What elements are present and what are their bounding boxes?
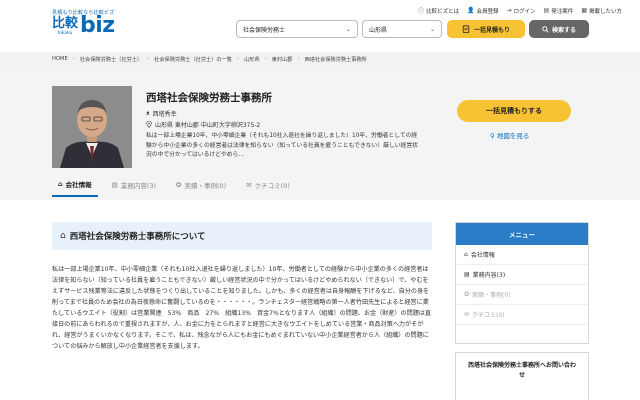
top-links: ⓘ 比較ビズとは 👤 会員登録 ⇥ ログイン ▤ 発注案件 ▦ 掲載したい方 xyxy=(418,6,622,15)
site-header: 見積もり比較なら比較ビズ 比較 hikaku biz ⓘ 比較ビズとは 👤 会員登録… xyxy=(0,0,640,50)
search-icon xyxy=(542,25,549,33)
sidebar-menu-title: メニュー xyxy=(456,223,588,245)
breadcrumb-list[interactable]: 社会保険労務士（社労士）の一覧 xyxy=(154,56,232,63)
tab-cases[interactable]: ✪ 実績・事例(0) xyxy=(170,179,232,197)
sidebar-item-reviews[interactable]: ✉ クチコミ(0) xyxy=(456,305,588,325)
person-icon: ᴥ xyxy=(146,110,150,117)
login-icon: ⇥ xyxy=(506,7,512,14)
contact-box: 西塔社会保険労務士事務所へお問い合わせ xyxy=(455,352,589,400)
home-icon: ⌂ xyxy=(58,180,63,188)
breadcrumb-prefecture[interactable]: 山形県 xyxy=(244,56,260,63)
location-pin-icon xyxy=(146,121,152,128)
search-button[interactable]: 検索する xyxy=(529,20,589,38)
tab-reviews[interactable]: ✉ クチコミ(0) xyxy=(240,179,296,197)
top-link-orders[interactable]: ▤ 発注案件 xyxy=(544,6,574,15)
location-pin-icon: ⚲ xyxy=(490,132,495,140)
top-link-register[interactable]: 👤 会員登録 xyxy=(467,6,499,15)
breadcrumb-current: 西塔社会保険労務士事務所 xyxy=(304,56,367,63)
user-icon: 👤 xyxy=(467,7,475,14)
profile-tabs: ⌂ 会社情報 ▤ 業務内容(3) ✪ 実績・事例(0) ✉ クチコミ(0) xyxy=(52,179,304,197)
bulk-quote-main-button[interactable]: 一括見積もりする xyxy=(457,100,571,122)
chevron-down-icon: ⌄ xyxy=(345,26,351,33)
top-link-login[interactable]: ⇥ ログイン xyxy=(507,6,536,15)
sidebar-menu: メニュー ⌂ 会社情報 ▤ 業務内容(3) ✪ 実績・事例(0) ✉ クチコミ(… xyxy=(455,222,589,344)
top-link-listing[interactable]: ▦ 掲載したい方 xyxy=(581,6,622,15)
medal-icon: ✪ xyxy=(464,291,470,298)
bulk-quote-button[interactable]: 一括見積もり xyxy=(447,20,525,38)
sidebar-item-services[interactable]: ▤ 業務内容(3) xyxy=(456,265,588,285)
section-title: ⌂ 西塔社会保険労務士事務所について xyxy=(52,222,432,250)
logo-roman: hikaku xyxy=(57,31,73,36)
tab-company-info[interactable]: ⌂ 会社情報 xyxy=(52,179,98,197)
logo-biz: biz xyxy=(80,13,115,38)
medal-icon: ✪ xyxy=(176,181,182,189)
sidebar-item-company-info[interactable]: ⌂ 会社情報 xyxy=(456,245,588,265)
chevron-down-icon: ⌄ xyxy=(429,26,435,33)
map-link[interactable]: ⚲ 地図を見る xyxy=(490,130,529,140)
home-icon: ⌂ xyxy=(464,251,468,258)
sidebar-item-cases[interactable]: ✪ 実績・事例(0) xyxy=(456,285,588,305)
home-icon: ⌂ xyxy=(60,231,66,241)
clipboard-icon xyxy=(462,25,470,33)
company-name: 西塔社会保険労務士事務所 xyxy=(146,92,272,104)
chat-icon: ✉ xyxy=(246,181,252,189)
building-icon: ▦ xyxy=(581,7,587,14)
representative-photo xyxy=(52,86,132,168)
breadcrumb-category[interactable]: 社会保険労務士（社労士） xyxy=(80,56,142,63)
company-description: 私は一部上場企業10年、中小零細企業（それも10社入退社を繰り返しました）10年… xyxy=(146,133,418,158)
breadcrumb-home[interactable]: HOME xyxy=(52,56,68,62)
site-logo[interactable]: 比較 hikaku biz xyxy=(52,13,115,38)
tab-services[interactable]: ▤ 業務内容(3) xyxy=(106,179,162,197)
document-icon: ▤ xyxy=(111,181,118,189)
service-select[interactable]: 社会保険労務士 ⌄ xyxy=(236,20,358,38)
company-profile: 西塔社会保険労務士事務所 ᴥ 西塔秀幸 山形県 東村山郡 中山町大字柳沢375-… xyxy=(0,66,640,200)
contact-title: 西塔社会保険労務士事務所へお問い合わせ xyxy=(467,362,576,379)
info-icon: ⓘ xyxy=(418,8,425,15)
about-text: 私は一部上場企業10年、中小零細企業（それも10社入退社を繰り返しました）10年… xyxy=(52,266,431,350)
breadcrumb: HOME › 社会保険労務士（社労士） › 社会保険労務士（社労士）の一覧 › 山形県… xyxy=(0,52,640,66)
logo-kanji: 比較 xyxy=(52,16,79,31)
prefecture-select[interactable]: 山形県 ⌄ xyxy=(362,20,442,38)
breadcrumb-district[interactable]: 東村山郡 xyxy=(272,56,293,63)
chat-icon: ✉ xyxy=(464,311,470,318)
top-link-about[interactable]: ⓘ 比較ビズとは xyxy=(418,6,459,15)
representative: ᴥ 西塔秀幸 xyxy=(146,110,177,118)
document-icon: ▤ xyxy=(543,7,550,14)
address: 山形県 東村山郡 中山町大字柳沢375-2 xyxy=(146,120,260,129)
person-photo-icon xyxy=(52,86,132,168)
document-icon: ▤ xyxy=(464,271,470,278)
